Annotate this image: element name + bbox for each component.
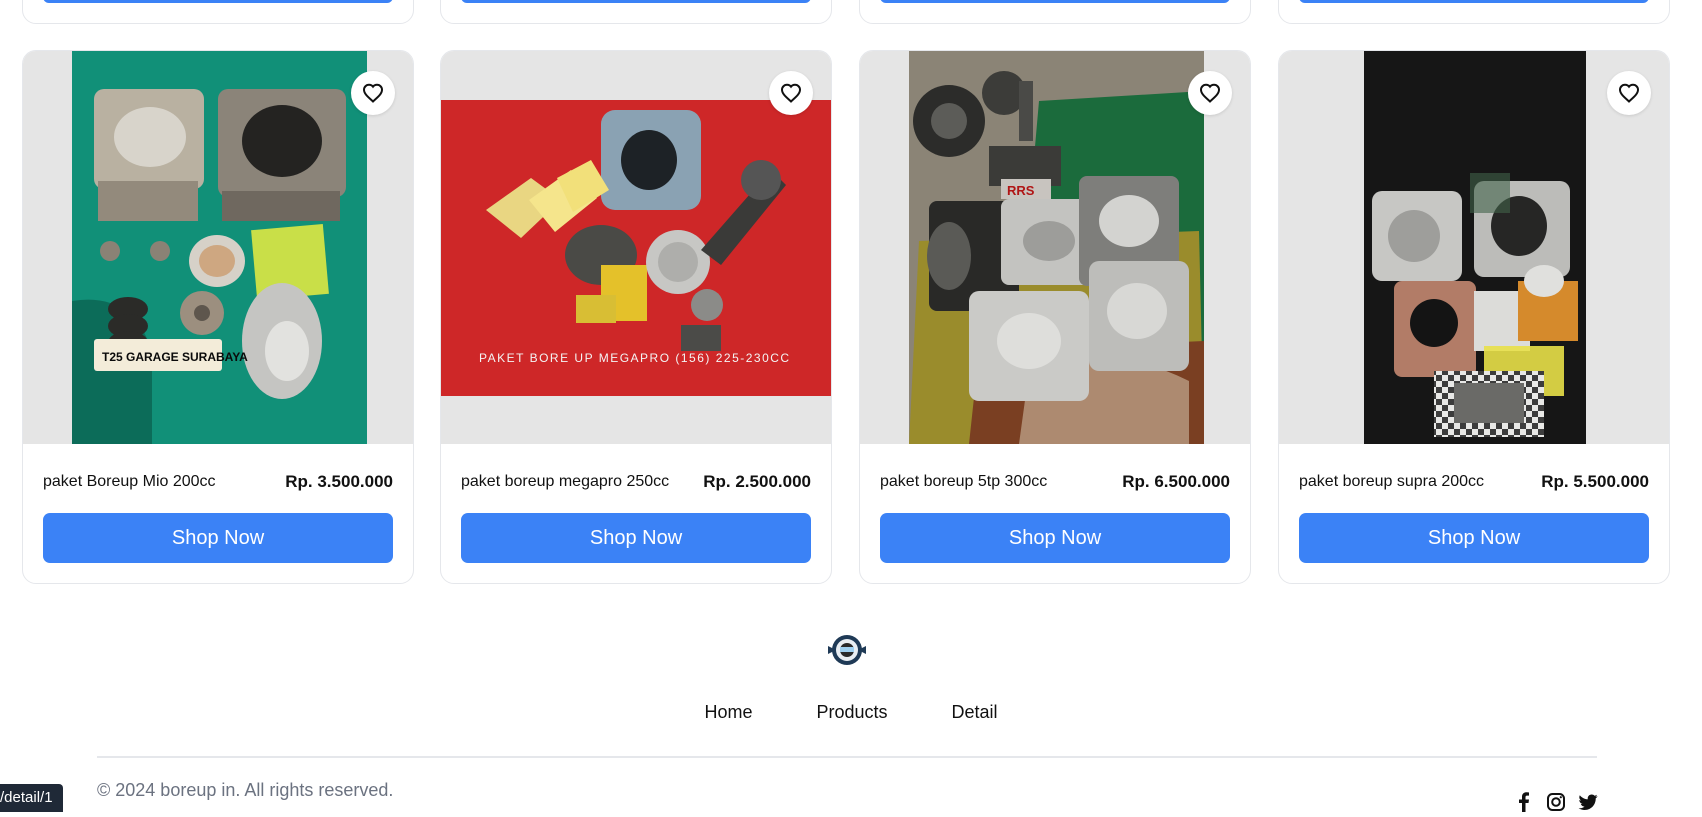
favorite-heart-button[interactable]	[769, 71, 813, 115]
product-name[interactable]: paket boreup 5tp 300cc	[880, 473, 1047, 491]
product-price: Rp. 2.500.000	[703, 472, 811, 491]
footer-logo[interactable]	[826, 632, 868, 668]
product-image[interactable]: T25 GARAGE SURABAYA	[23, 51, 413, 444]
product-card: T25 GARAGE SURABAYA paket Boreup Mio 200…	[22, 50, 414, 584]
product-card: PAKET BORE UP MEGAPRO (156) 225-230CC pa…	[440, 50, 832, 584]
shop-now-button[interactable]	[461, 0, 811, 3]
favorite-heart-button[interactable]	[1188, 71, 1232, 115]
shop-now-button[interactable]	[1299, 0, 1649, 3]
footer-link-products[interactable]: Products	[816, 702, 887, 723]
product-image[interactable]	[1279, 51, 1669, 444]
product-image[interactable]: PAKET BORE UP MEGAPRO (156) 225-230CC	[441, 51, 831, 444]
favorite-heart-button[interactable]	[1607, 71, 1651, 115]
product-name[interactable]: paket Boreup Mio 200cc	[43, 473, 216, 491]
product-price: Rp. 3.500.000	[285, 472, 393, 491]
image-badge-text: T25 GARAGE SURABAYA	[102, 350, 248, 364]
product-card-top	[22, 0, 414, 24]
shop-now-button[interactable]: Shop Now	[1299, 513, 1649, 563]
shop-now-button[interactable]	[43, 0, 393, 3]
copyright-text: © 2024 boreup in. All rights reserved.	[97, 780, 394, 800]
image-caption-text: PAKET BORE UP MEGAPRO (156) 225-230CC	[479, 351, 791, 365]
footer-divider	[97, 756, 1597, 758]
shop-now-button[interactable]	[880, 0, 1230, 3]
instagram-icon[interactable]	[1546, 792, 1566, 812]
twitter-icon[interactable]	[1578, 792, 1598, 812]
shop-now-button[interactable]: Shop Now	[880, 513, 1230, 563]
heart-icon	[362, 83, 384, 103]
heart-icon	[780, 83, 802, 103]
favorite-heart-button[interactable]	[351, 71, 395, 115]
product-card-top	[859, 0, 1251, 24]
product-card-top	[440, 0, 832, 24]
heart-icon	[1618, 83, 1640, 103]
facebook-icon[interactable]	[1514, 792, 1534, 812]
product-card: RRS paket boreup 5tp 300cc Rp. 6.500.000…	[859, 50, 1251, 584]
product-card: paket boreup supra 200cc Rp. 5.500.000 S…	[1278, 50, 1670, 584]
footer-nav: Home Products Detail	[0, 702, 1702, 723]
product-image[interactable]: RRS	[860, 51, 1250, 444]
product-price: Rp. 6.500.000	[1122, 472, 1230, 491]
product-name[interactable]: paket boreup supra 200cc	[1299, 473, 1484, 491]
status-bar-url: /detail/1	[0, 784, 63, 812]
social-links	[1514, 792, 1598, 812]
product-card-top	[1278, 0, 1670, 24]
shop-now-button[interactable]: Shop Now	[43, 513, 393, 563]
image-tag-text: RRS	[1007, 183, 1035, 198]
shop-now-button[interactable]: Shop Now	[461, 513, 811, 563]
footer-link-detail[interactable]: Detail	[952, 702, 998, 723]
heart-icon	[1199, 83, 1221, 103]
footer-link-home[interactable]: Home	[704, 702, 752, 723]
product-price: Rp. 5.500.000	[1541, 472, 1649, 491]
product-name[interactable]: paket boreup megapro 250cc	[461, 473, 669, 491]
